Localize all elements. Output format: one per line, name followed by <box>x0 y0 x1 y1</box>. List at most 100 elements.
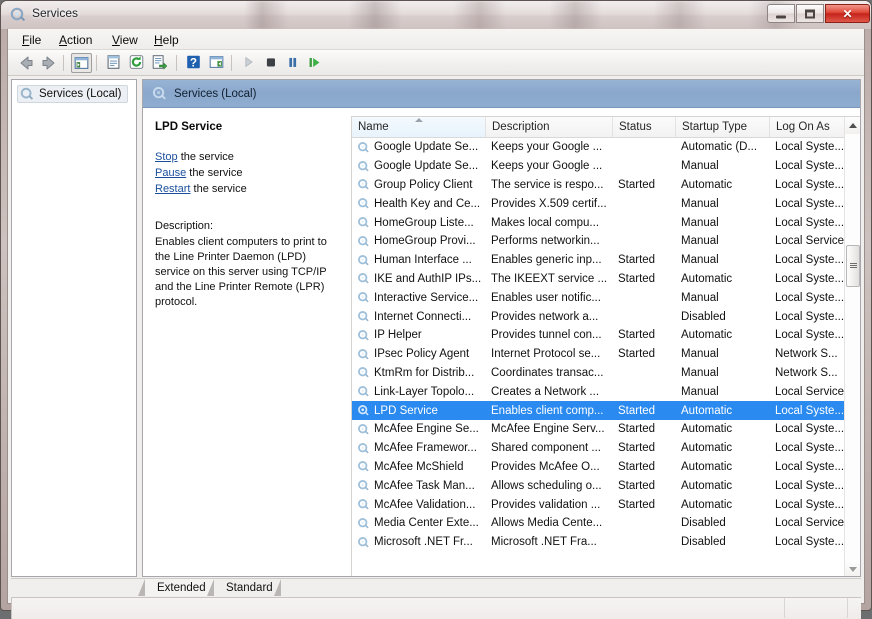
cell-logon: Local Service <box>775 235 845 247</box>
service-gear-icon <box>357 160 370 173</box>
menu-view[interactable]: View <box>106 32 144 48</box>
cell-text: IPsec Policy Agent <box>374 348 469 360</box>
start-service-button[interactable] <box>239 53 260 73</box>
cell-text: Google Update Se... <box>374 141 478 153</box>
cell-name: Group Policy Client <box>357 178 485 191</box>
cell-logon: Local Syste... <box>775 480 845 492</box>
stop-service-button[interactable] <box>261 53 282 73</box>
table-row[interactable]: Interactive Service...Enables user notif… <box>352 288 845 307</box>
table-row[interactable]: McAfee Validation... Provides validation … <box>352 495 845 514</box>
menu-action[interactable]: Action <box>53 32 98 48</box>
show-hide-tree-button[interactable] <box>71 53 92 73</box>
scroll-up-button[interactable] <box>845 117 861 134</box>
cell-text: McAfee Framewor... <box>374 442 477 454</box>
cell-logon: Local Syste... <box>775 311 845 323</box>
cell-text: Manual <box>681 386 719 398</box>
table-row[interactable]: McAfee McShieldProvides McAfee O...Start… <box>352 458 845 477</box>
restart-service-button[interactable] <box>305 53 326 73</box>
cell-text: Shared component ... <box>491 442 601 454</box>
service-gear-icon <box>357 310 370 323</box>
sort-ascending-icon <box>415 118 423 122</box>
table-row[interactable]: Google Update Se... Keeps your Google ...… <box>352 138 845 157</box>
cell-logon: Local Syste... <box>775 198 845 210</box>
column-header-log-on-as[interactable]: Log On As <box>770 117 850 137</box>
toolbar-separator-4 <box>231 55 232 71</box>
menu-bar: FFileile Action View Help <box>8 29 864 50</box>
pause-service-button[interactable] <box>283 53 304 73</box>
cell-logon: Local Syste... <box>775 217 845 229</box>
restore-button[interactable] <box>796 4 824 23</box>
table-row[interactable]: McAfee Engine Se...McAfee Engine Serv...… <box>352 420 845 439</box>
forward-icon <box>39 53 59 73</box>
column-header-description[interactable]: Description <box>486 117 613 137</box>
column-header-startup-type[interactable]: Startup Type <box>676 117 770 137</box>
cell-description: Keeps your Google ... <box>491 141 612 153</box>
cell-status: Started <box>618 254 675 266</box>
cell-name: McAfee Framewor... <box>357 442 485 455</box>
cell-text: Local Syste... <box>775 141 844 153</box>
table-row[interactable]: Internet Connecti...Provides network a..… <box>352 307 845 326</box>
list-vertical-scrollbar[interactable] <box>844 117 860 577</box>
table-row[interactable]: Link-Layer Topolo...Creates a Network ..… <box>352 382 845 401</box>
scrollbar-thumb[interactable] <box>846 245 860 287</box>
table-row[interactable]: Group Policy ClientThe service is respo.… <box>352 176 845 195</box>
help-button[interactable]: ? <box>184 53 205 73</box>
table-row[interactable]: IP HelperProvides tunnel con...StartedAu… <box>352 326 845 345</box>
cell-text: Local Syste... <box>775 461 844 473</box>
table-row[interactable]: Google Update Se...Keeps your Google ...… <box>352 157 845 176</box>
toolbar-separator-1 <box>63 55 64 71</box>
new-window-button[interactable] <box>207 53 228 73</box>
cell-text: KtmRm for Distrib... <box>374 367 474 379</box>
column-header-label: Status <box>619 121 652 133</box>
table-row[interactable]: Media Center Exte...Allows Media Cente..… <box>352 514 845 533</box>
table-row[interactable]: McAfee Task Man...Allows scheduling o...… <box>352 476 845 495</box>
cell-status: Started <box>618 480 675 492</box>
table-row[interactable]: Human Interface ...Enables generic inp..… <box>352 251 845 270</box>
service-gear-icon <box>357 536 370 549</box>
cell-description: The IKEEXT service ... <box>491 273 612 285</box>
close-button[interactable]: ✕ <box>825 4 870 23</box>
menu-help[interactable]: Help <box>148 32 185 48</box>
table-row[interactable]: McAfee Framewor...Shared component ...St… <box>352 439 845 458</box>
table-row[interactable]: IPsec Policy AgentInternet Protocol se..… <box>352 345 845 364</box>
cell-text: HomeGroup Provi... <box>374 235 476 247</box>
cell-text: Local Service <box>775 235 844 247</box>
forward-button[interactable] <box>39 53 60 73</box>
stop-service-link[interactable]: Stop <box>155 151 178 163</box>
restart-service-link[interactable]: Restart <box>155 183 190 195</box>
table-row[interactable]: Microsoft .NET Fr...Microsoft .NET Fra..… <box>352 533 845 552</box>
cell-description: Allows Media Cente... <box>491 517 612 529</box>
table-row[interactable]: HomeGroup Liste...Makes local compu...Ma… <box>352 213 845 232</box>
menu-file[interactable]: FFileile <box>16 32 47 48</box>
refresh-button[interactable] <box>127 53 148 73</box>
column-header-name[interactable]: Name <box>352 117 486 137</box>
cell-status: Started <box>618 273 675 285</box>
pause-service-link[interactable]: Pause <box>155 167 186 179</box>
cell-text: Local Syste... <box>775 273 844 285</box>
export-list-button[interactable] <box>150 53 171 73</box>
tree-node-services-local[interactable]: Services (Local) <box>17 85 128 103</box>
list-column-headers: NameDescription Status Startup Type Log On … <box>352 117 845 138</box>
column-header-status[interactable]: Status <box>613 117 676 137</box>
cell-startup: Manual <box>681 160 769 172</box>
cell-text: Provides validation ... <box>491 499 600 511</box>
table-row-selected[interactable]: LPD ServiceEnables client comp...Started… <box>352 401 845 420</box>
cell-text: Health Key and Ce... <box>374 198 480 210</box>
cell-name: McAfee Validation... <box>357 498 485 511</box>
scroll-down-button[interactable] <box>845 561 861 577</box>
status-bar <box>11 597 861 619</box>
minimize-button[interactable] <box>767 4 795 23</box>
cell-text: Coordinates transac... <box>491 367 604 379</box>
cell-text: Manual <box>681 235 719 247</box>
back-button[interactable] <box>16 53 37 73</box>
stop-service-link-row: Stop the service <box>155 150 341 165</box>
restart-service-link-row: Restart the service <box>155 182 341 197</box>
properties-button[interactable] <box>104 53 125 73</box>
table-row[interactable]: KtmRm for Distrib... Coordinates transac.… <box>352 364 845 383</box>
table-row[interactable]: IKE and AuthIP IPs...The IKEEXT service … <box>352 270 845 289</box>
column-header-label: Log On As <box>776 121 830 133</box>
cell-description: Performs networkin... <box>491 235 612 247</box>
service-gear-icon <box>357 517 370 530</box>
table-row[interactable]: HomeGroup Provi... Performs networkin... M… <box>352 232 845 251</box>
table-row[interactable]: Health Key and Ce...Provides X.509 certi… <box>352 194 845 213</box>
